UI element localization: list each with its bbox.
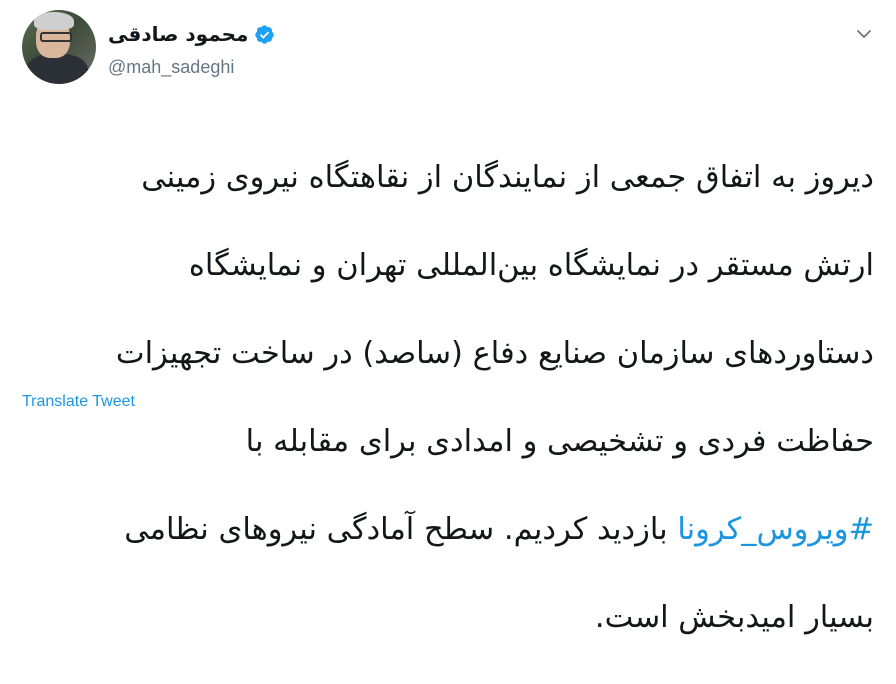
tweet-line: بسیار امیدبخش است. xyxy=(594,600,874,635)
tweet-line: دیروز به اتفاق جمعی از نمایندگان از نقاه… xyxy=(141,160,874,195)
verified-badge-icon xyxy=(255,24,275,44)
avatar[interactable] xyxy=(22,10,96,84)
tweet-text: دیروز به اتفاق جمعی از نمایندگان از نقاه… xyxy=(22,112,874,684)
display-name[interactable]: محمود صادقی xyxy=(108,22,248,46)
chevron-down-icon[interactable] xyxy=(854,24,874,44)
tweet-line-text: بازدید کردیم. سطح آمادگی نیروهای نظامی xyxy=(124,512,678,547)
tweet-line: حفاظت فردی و تشخیصی و امدادی برای مقابله… xyxy=(245,424,874,459)
tweet-line: #ویروس_کرونا بازدید کردیم. سطح آمادگی نی… xyxy=(22,508,874,552)
author-name-row[interactable]: محمود صادقی xyxy=(108,22,275,46)
avatar-glasses xyxy=(40,32,72,42)
avatar-suit xyxy=(26,54,88,84)
tweet-line: ارتش مستقر در نمایشگاه بین‌المللی تهران … xyxy=(188,248,874,283)
avatar-hair xyxy=(34,12,74,30)
tweet-line: دستاوردهای سازمان صنایع دفاع (ساصد) در س… xyxy=(115,336,874,371)
hashtag-link[interactable]: #ویروس_کرونا xyxy=(677,512,874,547)
user-handle[interactable]: @mah_sadeghi xyxy=(108,57,234,78)
translate-tweet-link[interactable]: Translate Tweet xyxy=(22,393,135,411)
